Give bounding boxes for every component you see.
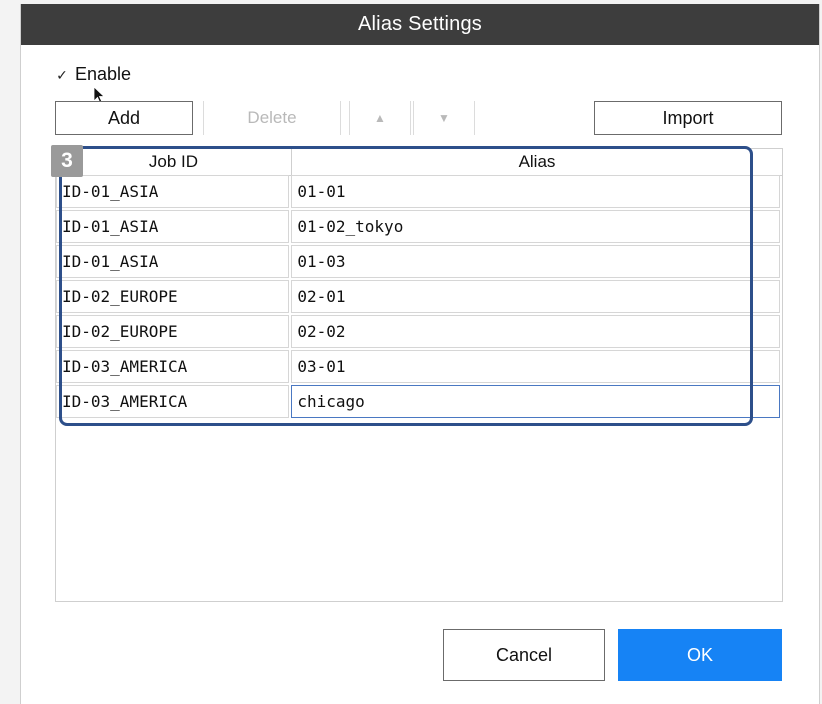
screen: Alias Settings ✓ Enable Add Delete ▲ ▼ I…: [0, 0, 822, 704]
column-header-job-id[interactable]: Job ID: [56, 149, 292, 175]
alias-table: Job ID Alias ID-01_ASIA 01-01 ID-01_ASIA…: [55, 148, 783, 602]
table-row[interactable]: ID-01_ASIA 01-03: [56, 245, 782, 280]
delete-button[interactable]: Delete: [203, 101, 341, 135]
alias-cell[interactable]: 01-02_tokyo: [291, 210, 780, 243]
checkmark-icon[interactable]: ✓: [55, 68, 69, 82]
alias-cell[interactable]: 02-02: [291, 315, 780, 348]
job-id-cell[interactable]: ID-01_ASIA: [56, 175, 290, 208]
table-row[interactable]: ID-02_EUROPE 02-02: [56, 315, 782, 350]
step-badge: 3: [51, 145, 83, 177]
job-id-cell[interactable]: ID-01_ASIA: [56, 210, 290, 243]
ok-button[interactable]: OK: [618, 629, 782, 681]
arrow-up-icon: ▲: [374, 111, 386, 125]
arrow-down-icon: ▼: [438, 111, 450, 125]
job-id-cell[interactable]: ID-01_ASIA: [56, 245, 290, 278]
enable-label: Enable: [75, 64, 132, 84]
column-header-alias[interactable]: Alias: [292, 149, 782, 175]
move-up-button[interactable]: ▲: [349, 101, 411, 135]
alias-cell[interactable]: 01-01: [291, 175, 780, 208]
add-button[interactable]: Add: [55, 101, 193, 135]
enable-checkbox[interactable]: ✓ Enable: [55, 64, 131, 85]
alias-settings-dialog: Alias Settings ✓ Enable Add Delete ▲ ▼ I…: [20, 4, 820, 704]
alias-cell[interactable]: 01-03: [291, 245, 780, 278]
table-row[interactable]: ID-01_ASIA 01-01: [56, 175, 782, 210]
job-id-cell[interactable]: ID-02_EUROPE: [56, 280, 290, 313]
table-row[interactable]: ID-01_ASIA 01-02_tokyo: [56, 210, 782, 245]
table-row[interactable]: ID-03_AMERICA chicago: [56, 385, 782, 420]
job-id-cell[interactable]: ID-02_EUROPE: [56, 315, 290, 348]
cancel-button[interactable]: Cancel: [443, 629, 605, 681]
table-header: Job ID Alias: [56, 149, 782, 176]
alias-cell[interactable]: 02-01: [291, 280, 780, 313]
move-down-button[interactable]: ▼: [413, 101, 475, 135]
import-button[interactable]: Import: [594, 101, 782, 135]
alias-cell[interactable]: 03-01: [291, 350, 780, 383]
table-row[interactable]: ID-02_EUROPE 02-01: [56, 280, 782, 315]
job-id-cell[interactable]: ID-03_AMERICA: [56, 350, 290, 383]
table-body: ID-01_ASIA 01-01 ID-01_ASIA 01-02_tokyo …: [56, 175, 782, 420]
dialog-title: Alias Settings: [21, 4, 819, 45]
table-row[interactable]: ID-03_AMERICA 03-01: [56, 350, 782, 385]
alias-edit-input[interactable]: chicago: [291, 385, 780, 418]
job-id-cell[interactable]: ID-03_AMERICA: [56, 385, 290, 418]
